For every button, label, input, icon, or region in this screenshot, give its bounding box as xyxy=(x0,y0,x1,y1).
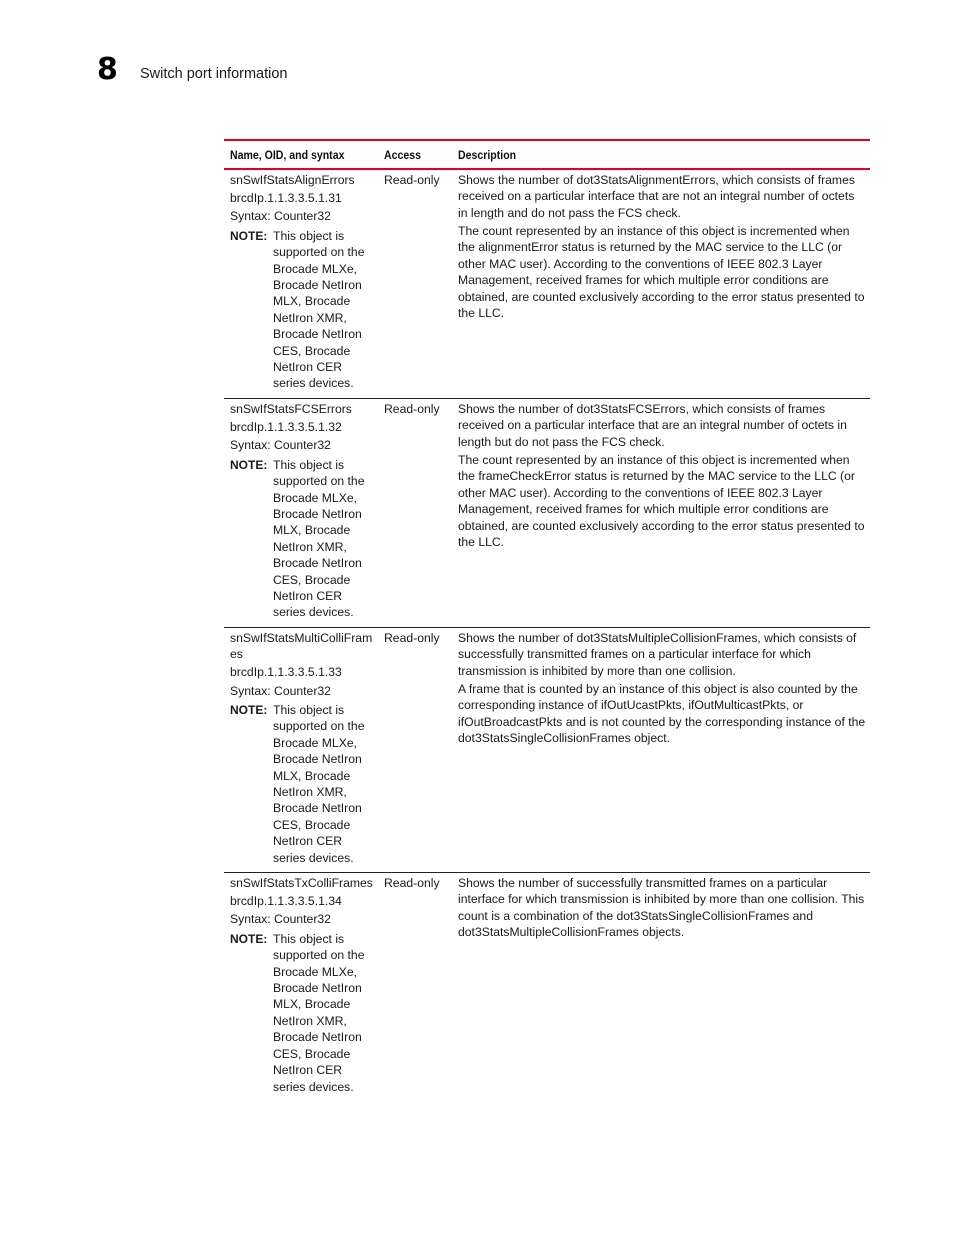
object-oid: brcdIp.1.1.3.3.5.1.33 xyxy=(230,665,342,680)
table-row: snSwIfStatsTxColliFrames brcdIp.1.1.3.3.… xyxy=(224,873,870,1101)
description-paragraph: Shows the number of dot3StatsAlignmentEr… xyxy=(458,173,855,220)
description-paragraph: Shows the number of dot3StatsMultipleCol… xyxy=(458,630,857,678)
object-syntax: Syntax: Counter32 xyxy=(230,683,331,698)
object-oid: brcdIp.1.1.3.3.5.1.32 xyxy=(230,420,342,435)
mib-objects-table: Name, OID, and syntax Access Description… xyxy=(224,139,870,1101)
note-text: This object is supported on the Brocade … xyxy=(273,702,365,865)
table-row: snSwIfStatsAlignErrors brcdIp.1.1.3.3.5.… xyxy=(224,170,870,399)
note-text: This object is supported on the Brocade … xyxy=(273,457,365,620)
note-label: NOTE: xyxy=(230,702,268,717)
chapter-title: Switch port information xyxy=(140,66,288,82)
object-name: snSwIfStatsTxColliFrames xyxy=(230,876,373,891)
note: NOTE: This object is supported on the Br… xyxy=(230,457,378,621)
name-cell: snSwIfStatsFCSErrors brcdIp.1.1.3.3.5.1.… xyxy=(224,401,378,621)
note-text: This object is supported on the Brocade … xyxy=(273,931,365,1094)
description-paragraph: A frame that is counted by an instance o… xyxy=(458,681,866,745)
name-cell: snSwIfStatsTxColliFrames brcdIp.1.1.3.3.… xyxy=(224,875,378,1095)
description-cell: Shows the number of successfully transmi… xyxy=(452,875,870,1095)
object-name: snSwIfStatsMultiColliFrames xyxy=(230,630,373,662)
table-row: snSwIfStatsFCSErrors brcdIp.1.1.3.3.5.1.… xyxy=(224,399,870,628)
note-label: NOTE: xyxy=(230,931,268,946)
note-label: NOTE: xyxy=(230,457,268,472)
note-label: NOTE: xyxy=(230,228,268,243)
description-paragraph: Shows the number of successfully transmi… xyxy=(458,876,865,940)
note: NOTE: This object is supported on the Br… xyxy=(230,931,378,1095)
object-syntax: Syntax: Counter32 xyxy=(230,209,331,224)
access-cell: Read-only xyxy=(384,401,440,416)
description-cell: Shows the number of dot3StatsMultipleCol… xyxy=(452,630,870,866)
description-paragraph: The count represented by an instance of … xyxy=(458,224,865,321)
name-cell: snSwIfStatsMultiColliFrames brcdIp.1.1.3… xyxy=(224,630,378,866)
name-cell: snSwIfStatsAlignErrors brcdIp.1.1.3.3.5.… xyxy=(224,172,378,392)
column-header-name: Name, OID, and syntax xyxy=(230,147,345,162)
access-cell: Read-only xyxy=(384,630,440,645)
table-row: snSwIfStatsMultiColliFrames brcdIp.1.1.3… xyxy=(224,628,870,874)
column-header-description: Description xyxy=(458,147,517,162)
description-cell: Shows the number of dot3StatsFCSErrors, … xyxy=(452,401,870,621)
object-oid: brcdIp.1.1.3.3.5.1.34 xyxy=(230,894,342,909)
note: NOTE: This object is supported on the Br… xyxy=(230,228,378,392)
note: NOTE: This object is supported on the Br… xyxy=(230,702,378,866)
object-oid: brcdIp.1.1.3.3.5.1.31 xyxy=(230,191,342,206)
object-syntax: Syntax: Counter32 xyxy=(230,438,331,453)
column-header-access: Access xyxy=(384,147,422,162)
object-name: snSwIfStatsAlignErrors xyxy=(230,173,355,187)
note-text: This object is supported on the Brocade … xyxy=(273,228,365,391)
description-cell: Shows the number of dot3StatsAlignmentEr… xyxy=(452,172,870,392)
chapter-number: 8 xyxy=(97,52,118,87)
access-cell: Read-only xyxy=(384,876,440,891)
access-cell: Read-only xyxy=(384,173,440,187)
object-name: snSwIfStatsFCSErrors xyxy=(230,401,352,416)
description-paragraph: The count represented by an instance of … xyxy=(458,452,865,549)
table-header-row: Name, OID, and syntax Access Description xyxy=(224,139,870,170)
description-paragraph: Shows the number of dot3StatsFCSErrors, … xyxy=(458,401,847,449)
object-syntax: Syntax: Counter32 xyxy=(230,912,331,927)
